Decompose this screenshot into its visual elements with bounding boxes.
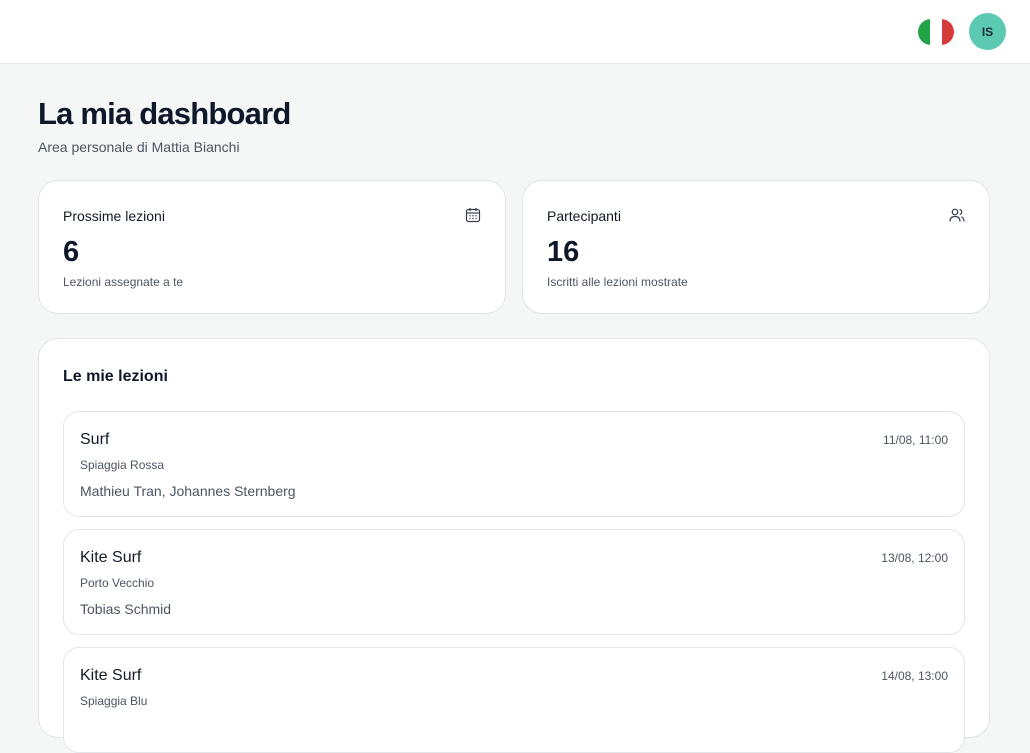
lesson-location: Spiaggia Blu <box>80 694 148 708</box>
user-avatar[interactable]: IS <box>969 13 1006 50</box>
lesson-title: Kite Surf <box>80 549 142 566</box>
lesson-participants: Tobias Schmid <box>80 601 172 617</box>
top-bar: IS <box>0 0 1030 64</box>
users-icon <box>949 208 965 222</box>
page-subtitle: Area personale di Mattia Bianchi <box>38 139 240 155</box>
stat-card-participants: Partecipanti 16 Iscritti alle lezioni mo… <box>522 180 990 314</box>
stat-value: 16 <box>547 236 580 268</box>
calendar-icon <box>465 208 481 223</box>
lesson-card[interactable]: Kite Surf 14/08, 13:00 Spiaggia Blu <box>63 647 965 753</box>
stat-label: Partecipanti <box>547 208 621 224</box>
lesson-participants: Mathieu Tran, Johannes Sternberg <box>80 483 296 499</box>
lesson-title: Kite Surf <box>80 667 142 684</box>
stat-label: Prossime lezioni <box>63 208 165 224</box>
lesson-date: 13/08, 12:00 <box>881 551 948 565</box>
page-title: La mia dashboard <box>38 96 291 131</box>
my-lessons-panel: Le mie lezioni Surf 11/08, 11:00 Spiaggi… <box>38 338 990 753</box>
lesson-date: 14/08, 13:00 <box>881 669 948 683</box>
italian-flag-icon[interactable] <box>918 19 954 45</box>
panel-title: Le mie lezioni <box>63 368 168 385</box>
stat-value: 6 <box>63 236 80 268</box>
lesson-title: Surf <box>80 431 110 448</box>
stat-description: Iscritti alle lezioni mostrate <box>547 275 688 289</box>
lesson-card[interactable]: Surf 11/08, 11:00 Spiaggia Rossa Mathieu… <box>63 411 965 517</box>
lesson-location: Spiaggia Rossa <box>80 458 165 472</box>
lesson-location: Porto Vecchio <box>80 576 155 590</box>
stat-description: Lezioni assegnate a te <box>63 275 184 289</box>
stat-card-upcoming-lessons: Prossime lezioni 6 Lezioni assegnate a t… <box>38 180 506 314</box>
lesson-card[interactable]: Kite Surf 13/08, 12:00 Porto Vecchio Tob… <box>63 529 965 635</box>
lesson-date: 11/08, 11:00 <box>883 433 948 447</box>
